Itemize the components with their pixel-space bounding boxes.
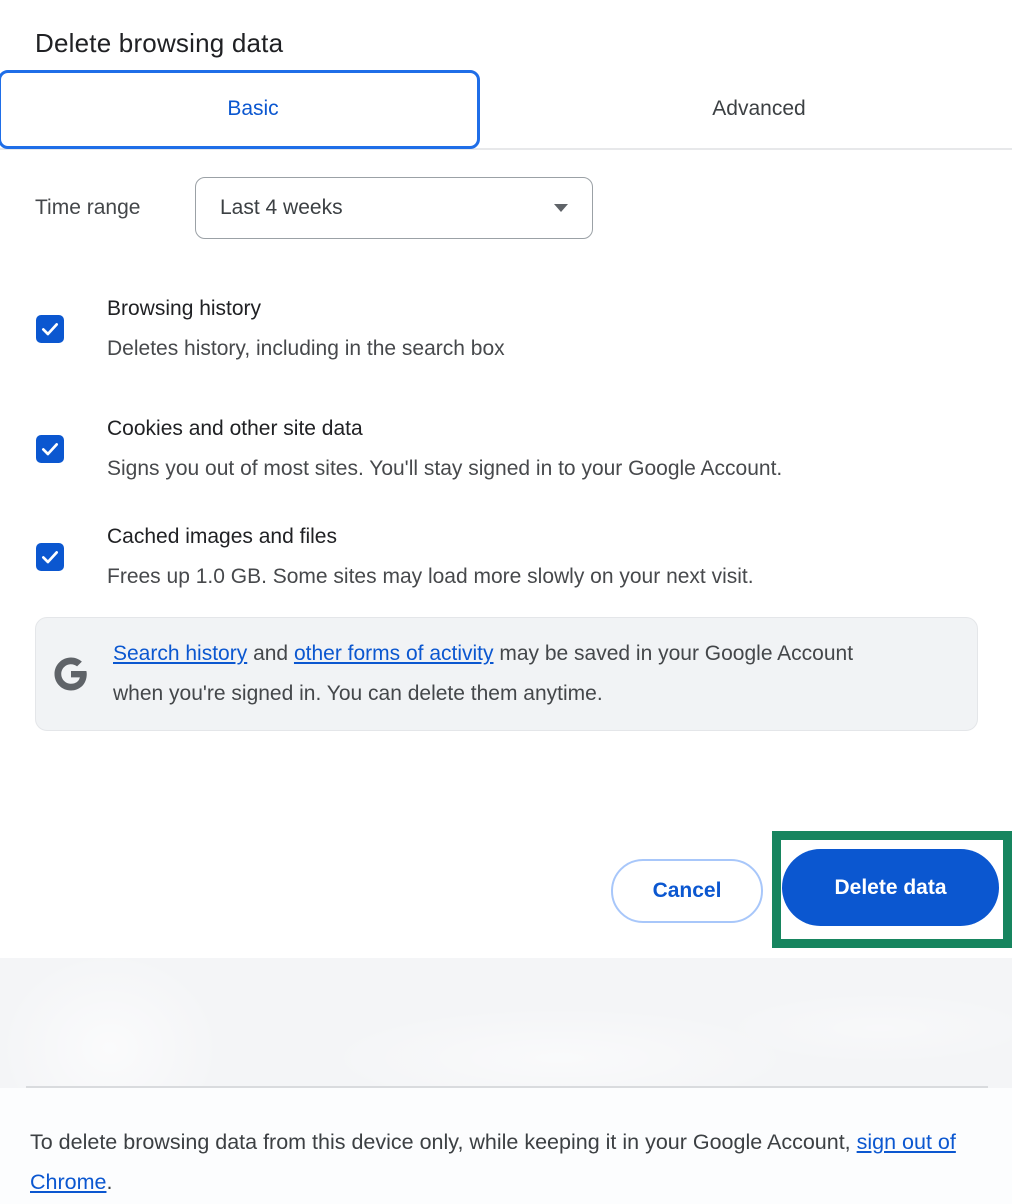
checkmark-icon xyxy=(40,319,60,339)
checkbox-description: Deletes history, including in the search… xyxy=(107,329,952,369)
dropdown-arrow-icon xyxy=(554,204,568,212)
footer-text-after: . xyxy=(106,1170,112,1194)
notice-text: Search history and other forms of activi… xyxy=(113,634,903,714)
time-range-select[interactable]: Last 4 weeks xyxy=(195,177,593,239)
divider xyxy=(26,1086,988,1088)
checkbox-title: Browsing history xyxy=(107,289,952,329)
cookies-checkbox[interactable] xyxy=(36,435,64,463)
checkbox-description: Frees up 1.0 GB. Some sites may load mor… xyxy=(107,557,952,597)
checkbox-title: Cached images and files xyxy=(107,517,952,557)
google-account-notice: Search history and other forms of activi… xyxy=(35,617,978,731)
time-range-selected-value: Last 4 weeks xyxy=(220,196,343,220)
cached-images-row: Cached images and files Frees up 1.0 GB.… xyxy=(35,517,977,597)
checkmark-icon xyxy=(40,547,60,567)
cached-images-checkbox[interactable] xyxy=(36,543,64,571)
tab-basic[interactable]: Basic xyxy=(0,70,506,148)
other-forms-of-activity-link[interactable]: other forms of activity xyxy=(294,642,494,665)
cached-images-text: Cached images and files Frees up 1.0 GB.… xyxy=(107,517,952,597)
cancel-button[interactable]: Cancel xyxy=(611,859,763,923)
browsing-history-row: Browsing history Deletes history, includ… xyxy=(35,289,977,369)
tab-advanced[interactable]: Advanced xyxy=(506,70,1012,148)
dialog-title: Delete browsing data xyxy=(35,26,1012,60)
dimmed-background xyxy=(0,958,1012,1088)
browsing-history-text: Browsing history Deletes history, includ… xyxy=(107,289,952,369)
checkbox-title: Cookies and other site data xyxy=(107,409,952,449)
delete-browsing-data-dialog: Delete browsing data Basic Advanced Time… xyxy=(0,26,1012,958)
dialog-body: Time range Last 4 weeks Browsing history… xyxy=(0,177,1012,731)
tab-bar: Basic Advanced xyxy=(0,70,1012,150)
page-backdrop: To delete browsing data from this device… xyxy=(0,958,1012,1204)
notice-and-text: and xyxy=(247,642,294,665)
google-g-icon xyxy=(53,656,89,692)
delete-data-button[interactable]: Delete data xyxy=(782,849,999,926)
checkmark-icon xyxy=(40,439,60,459)
footer-area: To delete browsing data from this device… xyxy=(0,1088,1012,1204)
browsing-history-checkbox[interactable] xyxy=(36,315,64,343)
footer-text: To delete browsing data from this device… xyxy=(30,1122,975,1202)
time-range-label: Time range xyxy=(35,196,195,220)
cookies-text: Cookies and other site data Signs you ou… xyxy=(107,409,952,489)
checkbox-description: Signs you out of most sites. You'll stay… xyxy=(107,449,952,489)
footer-text-before: To delete browsing data from this device… xyxy=(30,1130,857,1154)
cookies-row: Cookies and other site data Signs you ou… xyxy=(35,409,977,489)
search-history-link[interactable]: Search history xyxy=(113,642,247,665)
delete-browsing-data-page: Delete browsing data Basic Advanced Time… xyxy=(0,26,1012,1204)
time-range-row: Time range Last 4 weeks xyxy=(35,177,977,239)
